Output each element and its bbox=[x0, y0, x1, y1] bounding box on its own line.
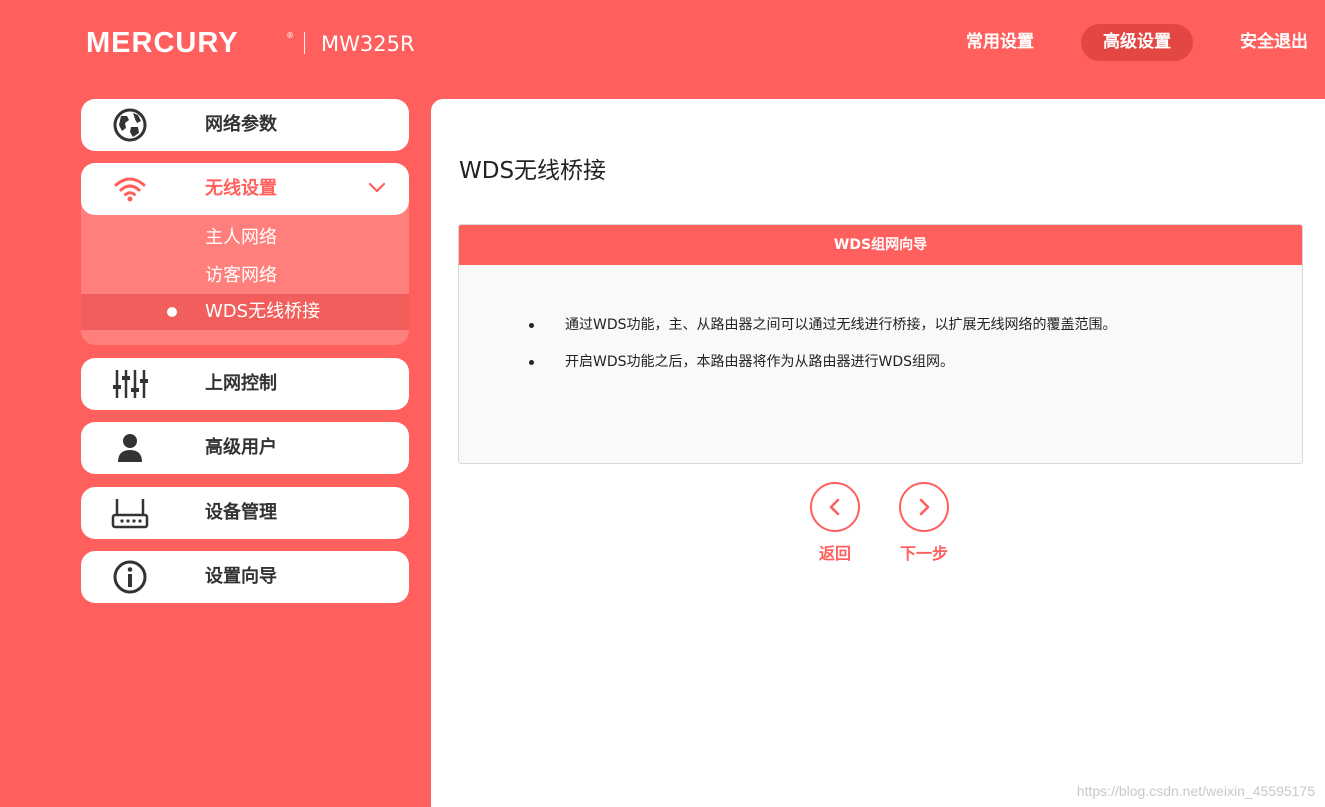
model-name: MW325R bbox=[321, 32, 415, 56]
info-icon bbox=[111, 559, 149, 595]
registered-mark: ® bbox=[286, 31, 294, 40]
list-item: 开启WDS功能之后，本路由器将作为从路由器进行WDS组网。 bbox=[529, 352, 1117, 372]
sidebar-item-label: 设置向导 bbox=[205, 566, 277, 587]
submenu-item-label: 访客网络 bbox=[205, 265, 277, 286]
wifi-icon bbox=[111, 171, 149, 207]
globe-icon bbox=[111, 107, 149, 143]
sidebar-item-network[interactable]: 网络参数 bbox=[81, 99, 409, 151]
main-content: WDS无线桥接 WDS组网向导 通过WDS功能，主、从路由器之间可以通过无线进行… bbox=[431, 99, 1325, 807]
list-item-text: 开启WDS功能之后，本路由器将作为从路由器进行WDS组网。 bbox=[565, 354, 955, 370]
next-label[interactable]: 下一步 bbox=[889, 540, 959, 564]
sidebar-item-advanced-user[interactable]: 高级用户 bbox=[81, 422, 409, 474]
info-list: 通过WDS功能，主、从路由器之间可以通过无线进行桥接，以扩展无线网络的覆盖范围。… bbox=[529, 315, 1117, 389]
sidebar-item-setup-wizard[interactable]: 设置向导 bbox=[81, 551, 409, 603]
sidebar-item-device-management[interactable]: 设备管理 bbox=[81, 487, 409, 539]
top-header: MERCURY ® MW325R 常用设置 高级设置 安全退出 bbox=[0, 0, 1325, 90]
logout-button[interactable]: 安全退出 bbox=[1224, 24, 1324, 61]
sidebar-item-label: 网络参数 bbox=[205, 114, 277, 135]
sidebar-item-access-control[interactable]: 上网控制 bbox=[81, 358, 409, 410]
user-icon bbox=[111, 430, 149, 466]
sliders-icon bbox=[111, 366, 149, 402]
sidebar-item-label: 无线设置 bbox=[205, 178, 277, 199]
wds-wizard-panel: WDS组网向导 通过WDS功能，主、从路由器之间可以通过无线进行桥接，以扩展无线… bbox=[458, 224, 1303, 464]
sidebar-item-wireless[interactable]: 无线设置 bbox=[81, 163, 409, 215]
sidebar-item-label: 设备管理 bbox=[205, 502, 277, 523]
panel-header: WDS组网向导 bbox=[459, 225, 1302, 265]
page-title: WDS无线桥接 bbox=[459, 158, 607, 184]
submenu-item-label: WDS无线桥接 bbox=[205, 301, 321, 322]
submenu-item-wds-bridge[interactable]: WDS无线桥接 bbox=[81, 294, 409, 330]
submenu-item-label: 主人网络 bbox=[205, 227, 277, 248]
sidebar-item-label: 上网控制 bbox=[205, 373, 277, 394]
brand-logo: MERCURY bbox=[86, 27, 239, 59]
back-label[interactable]: 返回 bbox=[800, 540, 870, 564]
tab-common-settings[interactable]: 常用设置 bbox=[950, 24, 1050, 61]
router-icon bbox=[111, 495, 149, 531]
logo-divider bbox=[304, 32, 305, 54]
submenu-item-host-network[interactable]: 主人网络 bbox=[81, 220, 409, 256]
list-item: 通过WDS功能，主、从路由器之间可以通过无线进行桥接，以扩展无线网络的覆盖范围。 bbox=[529, 315, 1117, 335]
watermark: https://blog.csdn.net/weixin_45595175 bbox=[1076, 783, 1315, 799]
bullet-icon bbox=[529, 323, 534, 328]
chevron-right-icon[interactable] bbox=[899, 482, 949, 532]
sidebar-item-label: 高级用户 bbox=[205, 437, 277, 458]
submenu-item-guest-network[interactable]: 访客网络 bbox=[81, 258, 409, 294]
list-item-text: 通过WDS功能，主、从路由器之间可以通过无线进行桥接，以扩展无线网络的覆盖范围。 bbox=[565, 317, 1117, 333]
next-button[interactable]: 下一步 bbox=[899, 482, 949, 564]
selected-dot-icon bbox=[167, 307, 177, 317]
wireless-submenu: 主人网络 访客网络 WDS无线桥接 bbox=[81, 200, 409, 345]
tab-advanced-settings[interactable]: 高级设置 bbox=[1081, 24, 1193, 61]
bullet-icon bbox=[529, 360, 534, 365]
back-button[interactable]: 返回 bbox=[810, 482, 860, 564]
chevron-left-icon[interactable] bbox=[810, 482, 860, 532]
chevron-down-icon bbox=[367, 180, 387, 196]
